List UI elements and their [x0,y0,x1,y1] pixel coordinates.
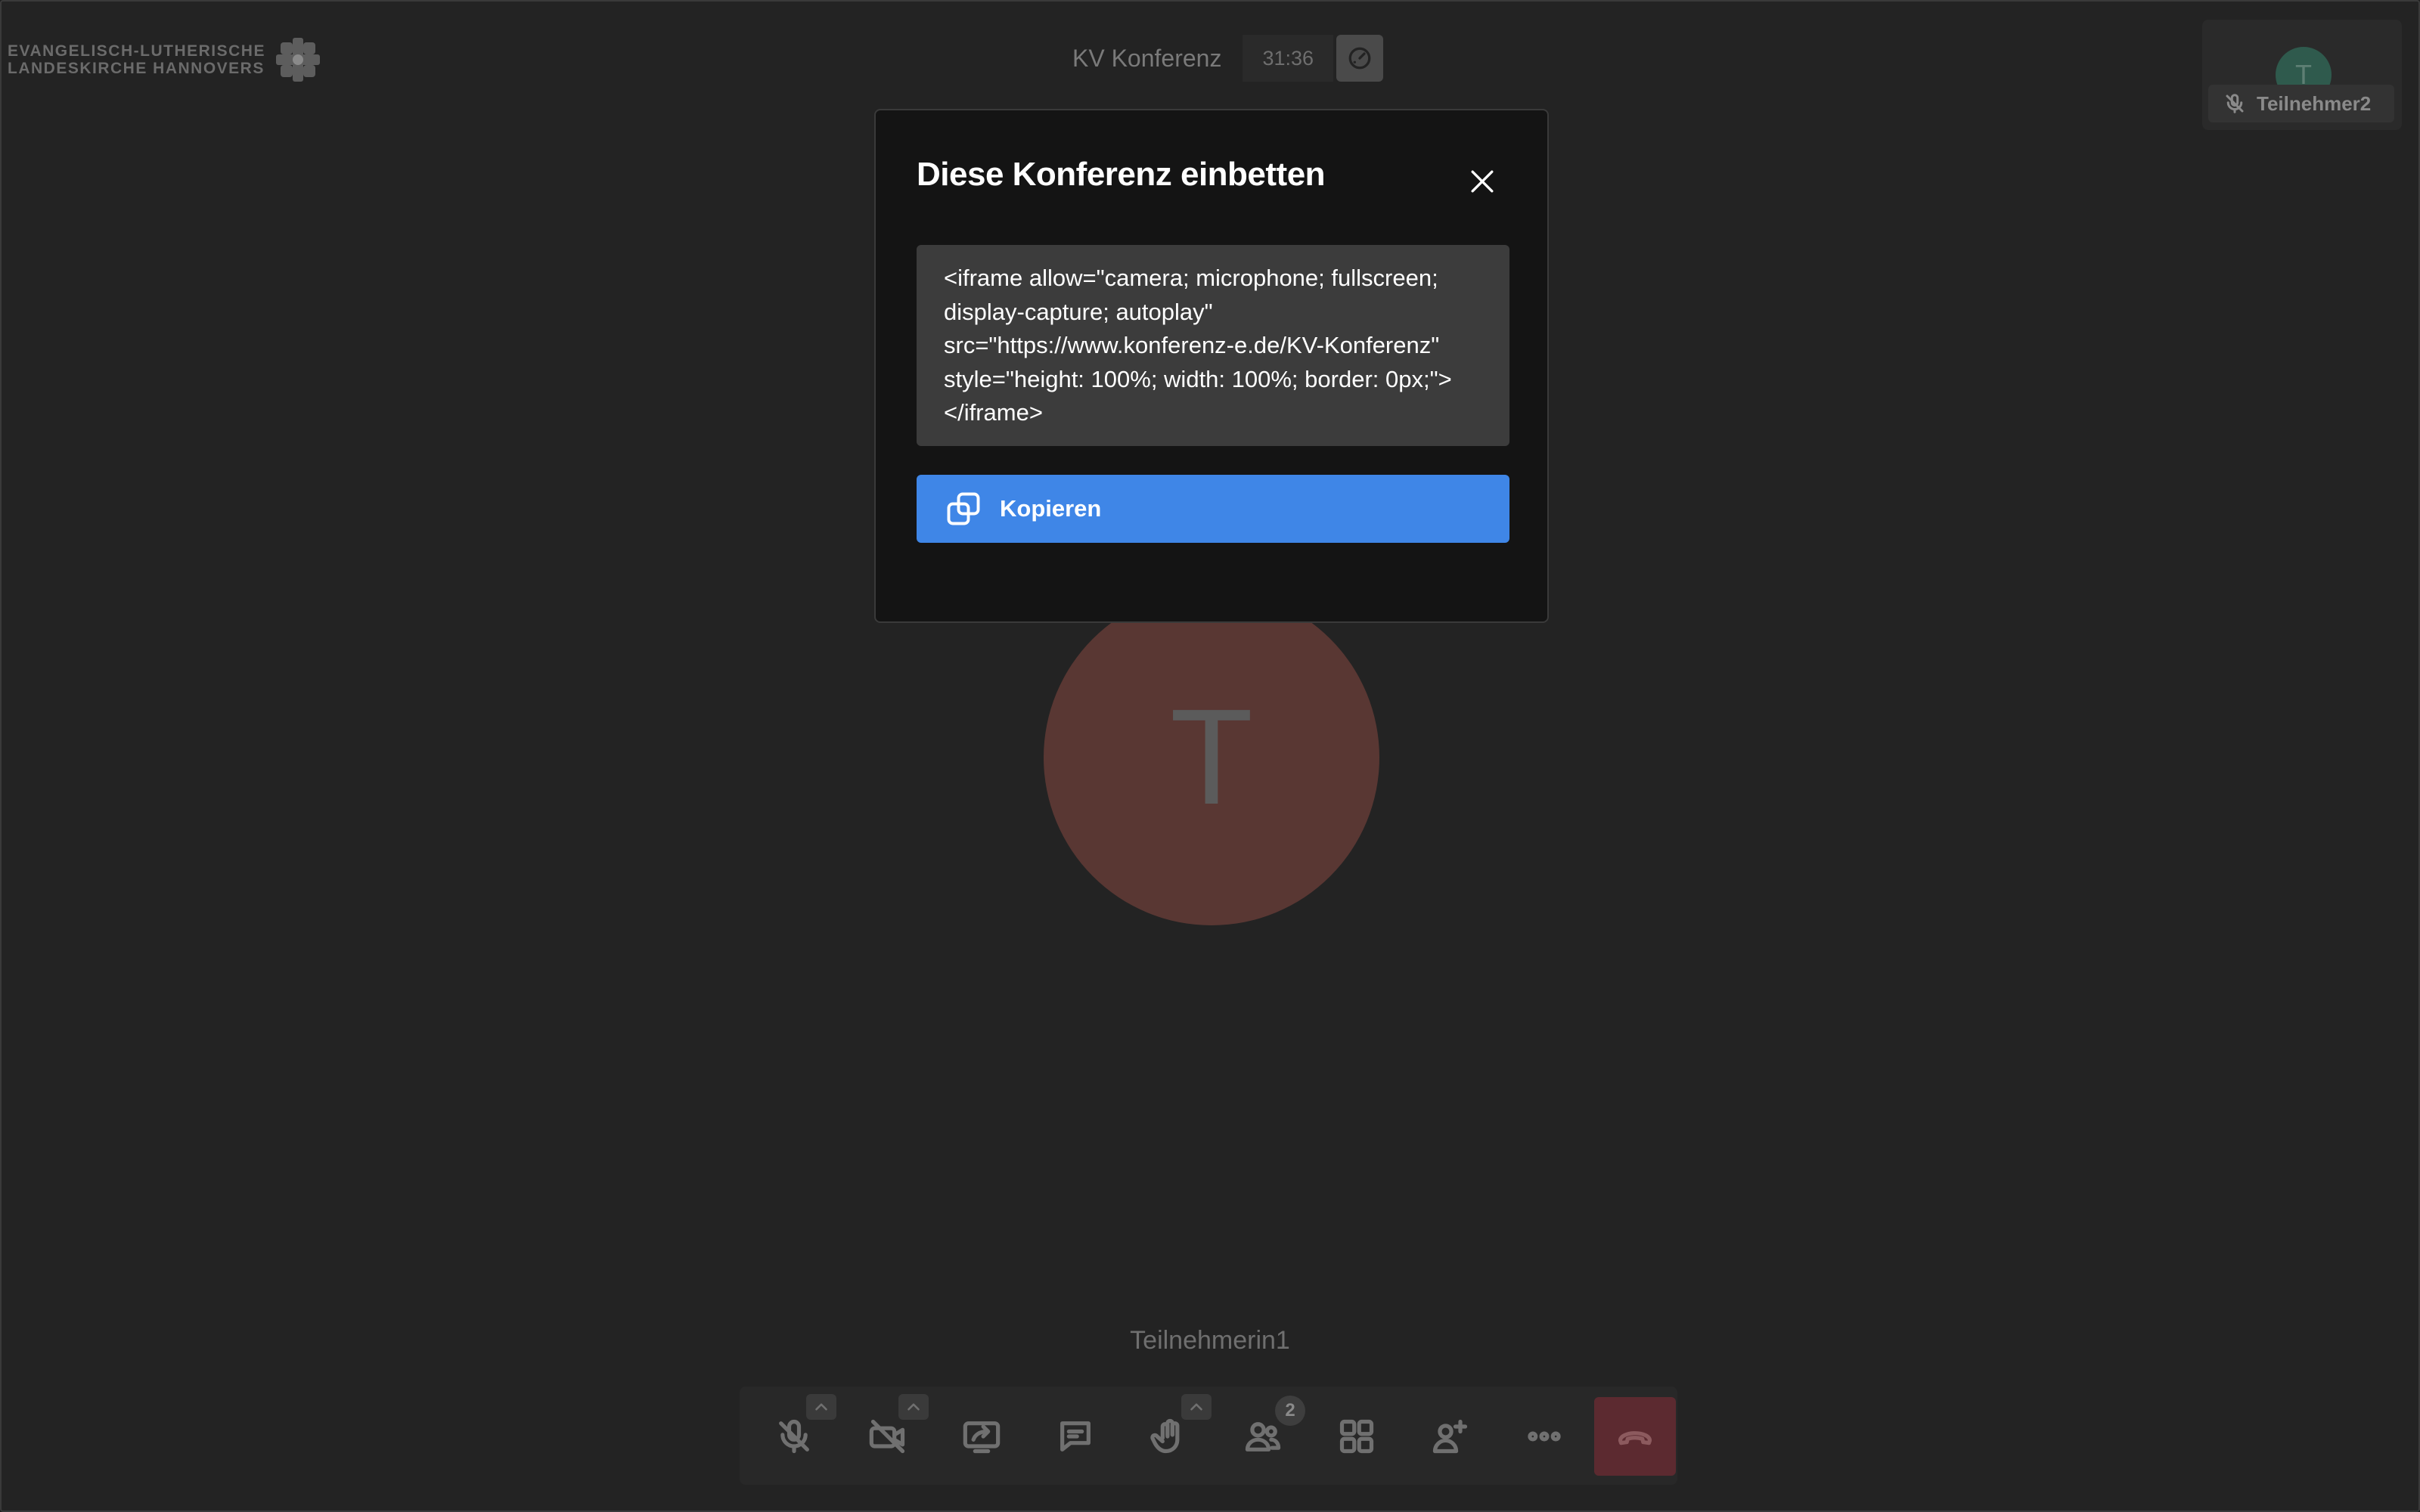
thumbnail-name: Teilnehmer2 [2257,91,2372,115]
participants-icon [1245,1422,1281,1452]
connection-quality-button[interactable] [1336,35,1384,82]
gauge-icon [1348,47,1371,70]
reactions-options-button[interactable] [1181,1394,1212,1420]
more-icon [1528,1431,1561,1442]
chevron-up-icon [908,1403,920,1411]
copy-button[interactable]: Kopieren [917,475,1509,543]
microphone-muted-icon [2226,94,2244,113]
grid-icon [1339,1419,1374,1454]
screen-share-icon [963,1421,1001,1454]
main-avatar: T [1044,590,1379,925]
conference-header: KV Konferenz 31:36 [1053,35,1384,82]
conference-title: KV Konferenz [1072,44,1222,72]
chat-icon [1060,1421,1091,1452]
church-cross-icon [275,38,320,82]
dialog-title: Diese Konferenz einbetten [917,156,1326,193]
thumbnail-label: Teilnehmer2 [2208,85,2394,122]
chevron-up-icon [815,1403,827,1411]
logo-text: EVANGELISCH-LUTHERISCHE LANDESKIRCHE HAN… [8,42,265,77]
conference-timer: 31:36 [1243,35,1334,82]
toolbar: 2 [740,1387,1677,1485]
microphone-muted-icon [779,1419,809,1454]
chat-button[interactable] [1050,1411,1101,1462]
hand-icon [1150,1418,1180,1454]
main-participant-name: Teilnehmerin1 [1130,1326,1290,1355]
conference-screen: EVANGELISCH-LUTHERISCHE LANDESKIRCHE HAN… [0,0,2420,1512]
camera-off-icon [869,1419,905,1454]
logo-line-1: EVANGELISCH-LUTHERISCHE [8,42,265,60]
embed-dialog: Diese Konferenz einbetten <iframe allow=… [874,109,1549,623]
copy-button-label: Kopieren [1000,495,1102,522]
more-button[interactable] [1519,1411,1570,1462]
copy-icon [947,492,980,525]
camera-options-button[interactable] [898,1394,929,1420]
logo-line-2: LANDESKIRCHE HANNOVERS [8,60,265,77]
add-person-icon [1432,1419,1468,1454]
screen-share-button[interactable] [956,1411,1007,1462]
hangup-icon [1618,1431,1652,1445]
close-icon [1471,170,1494,193]
microphone-options-button[interactable] [806,1394,836,1420]
invite-button[interactable] [1425,1411,1476,1462]
close-button[interactable] [1460,159,1505,204]
hangup-button[interactable] [1594,1397,1676,1476]
logo: EVANGELISCH-LUTHERISCHE LANDESKIRCHE HAN… [8,36,321,83]
participant-thumbnail[interactable]: T Teilnehmer2 [2202,20,2402,130]
embed-code-box[interactable]: <iframe allow="camera; microphone; fulls… [917,245,1509,446]
participants-count-badge: 2 [1275,1396,1305,1426]
chevron-up-icon [1190,1403,1202,1411]
tile-view-button[interactable] [1331,1411,1382,1462]
